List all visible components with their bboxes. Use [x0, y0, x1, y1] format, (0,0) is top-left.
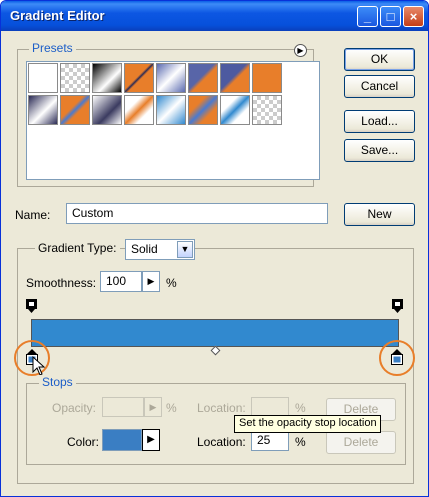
opacity-unit: % [166, 401, 177, 415]
gradient-type-select[interactable]: Solid ▼ [125, 239, 195, 260]
preset-swatch[interactable] [60, 63, 90, 93]
close-button[interactable]: × [403, 6, 424, 27]
preset-swatch[interactable] [188, 63, 218, 93]
preset-swatch[interactable] [220, 95, 250, 125]
chevron-down-icon[interactable]: ▼ [177, 241, 193, 258]
mouse-pointer-icon [32, 355, 46, 376]
load-button[interactable]: Load... [344, 110, 415, 133]
opacity-arrow-icon: ▶ [144, 397, 162, 417]
highlight-ring-right [379, 340, 415, 376]
opacity-stop-left[interactable] [26, 299, 37, 314]
maximize-button[interactable]: □ [380, 6, 401, 27]
stops-legend: Stops [39, 375, 76, 389]
color-location-unit: % [295, 435, 306, 449]
smoothness-unit: % [166, 276, 177, 290]
preset-swatch[interactable] [156, 63, 186, 93]
color-swatch[interactable] [102, 429, 142, 451]
opacity-location-unit: % [295, 401, 306, 415]
gradient-type-label: Gradient Type: [35, 241, 120, 255]
preset-swatch[interactable] [156, 95, 186, 125]
color-label: Color: [67, 435, 100, 449]
presets-legend: Presets [29, 41, 76, 55]
preset-swatch[interactable] [28, 63, 58, 93]
opacity-location-label: Location: [197, 401, 246, 415]
name-input[interactable]: Custom [66, 203, 328, 224]
name-label: Name: [15, 208, 51, 222]
presets-swatch-grid [26, 61, 320, 180]
tooltip: Set the opacity stop location [234, 415, 381, 433]
opacity-stop-right[interactable] [392, 299, 403, 314]
new-button[interactable]: New [344, 203, 415, 226]
cancel-button[interactable]: Cancel [344, 75, 415, 98]
presets-menu-arrow-icon[interactable]: ▶ [294, 44, 307, 57]
preset-swatch[interactable] [60, 95, 90, 125]
preset-swatch[interactable] [220, 63, 250, 93]
save-button[interactable]: Save... [344, 139, 415, 162]
preset-swatch[interactable] [252, 95, 282, 125]
preset-swatch[interactable] [124, 95, 154, 125]
title-bar[interactable]: Gradient Editor _ □ × [1, 1, 428, 31]
preset-swatch[interactable] [28, 95, 58, 125]
gradient-preview-bar[interactable] [31, 319, 399, 347]
color-location-input[interactable]: 25 [251, 430, 289, 451]
preset-swatch[interactable] [252, 63, 282, 93]
color-menu-arrow-icon[interactable]: ▶ [142, 429, 160, 451]
smoothness-label: Smoothness: [26, 276, 97, 290]
opacity-input [102, 397, 144, 417]
ok-button[interactable]: OK [344, 48, 415, 71]
preset-swatch[interactable] [92, 95, 122, 125]
preset-swatch[interactable] [124, 63, 154, 93]
color-delete-button: Delete [326, 431, 396, 454]
gradient-editor-window: Gradient Editor _ □ × Presets ▶ OK Cance… [0, 0, 429, 497]
preset-swatch[interactable] [92, 63, 122, 93]
smoothness-input[interactable]: 100 [100, 271, 142, 292]
window-title: Gradient Editor [10, 8, 105, 23]
opacity-label: Opacity: [52, 401, 97, 415]
smoothness-arrow-icon[interactable]: ▶ [142, 271, 160, 292]
gradient-type-value: Solid [131, 242, 158, 256]
minimize-button[interactable]: _ [357, 6, 378, 27]
preset-swatch[interactable] [188, 95, 218, 125]
opacity-location-input [251, 397, 289, 417]
color-location-label: Location: [197, 435, 246, 449]
